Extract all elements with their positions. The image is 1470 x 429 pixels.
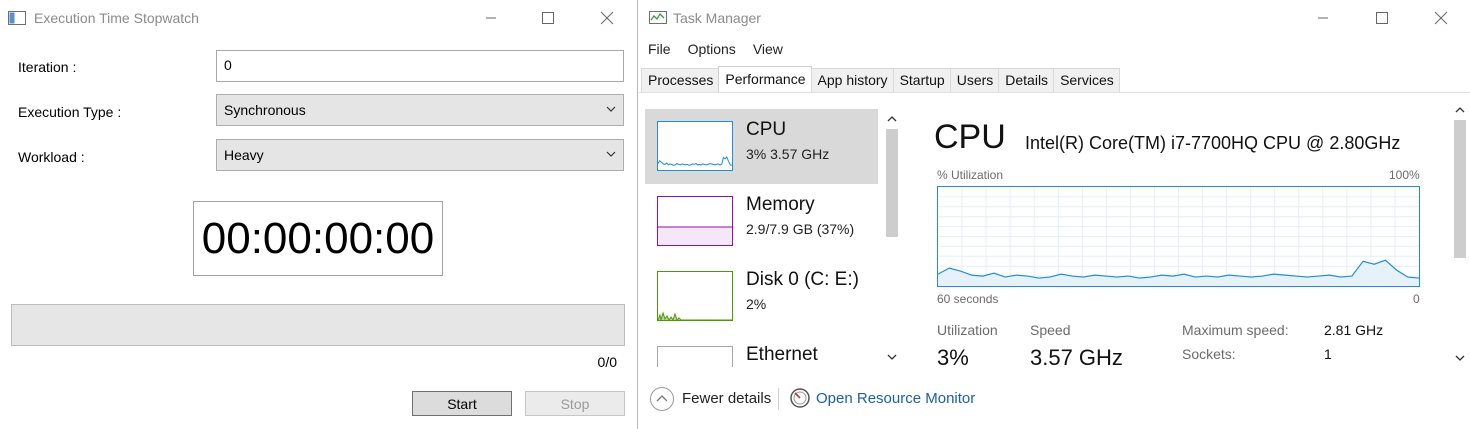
maximize-icon <box>1376 12 1388 24</box>
task-manager-footer: Fewer details Open Resource Monitor <box>639 384 1470 414</box>
resource-list-scrollbar[interactable] <box>882 109 902 367</box>
resource-list: CPU 3% 3.57 GHz Memory 2.9/7.9 GB (37%) … <box>645 109 880 367</box>
sockets-value: 1 <box>1324 346 1332 362</box>
tab-startup[interactable]: Startup <box>892 68 951 92</box>
tab-strip: Processes Performance App history Startu… <box>641 66 1120 92</box>
window-title: Execution Time Stopwatch <box>34 10 199 26</box>
execution-type-label: Execution Type : <box>18 104 122 120</box>
resource-name: Ethernet <box>746 344 818 365</box>
minimize-button[interactable] <box>1300 0 1346 36</box>
scroll-up-icon[interactable] <box>886 113 898 125</box>
chevron-down-icon <box>606 151 616 157</box>
resource-item-disk[interactable]: Disk 0 (C: E:) 2% <box>645 259 878 334</box>
maximize-button[interactable] <box>525 0 571 36</box>
tab-services[interactable]: Services <box>1053 68 1120 92</box>
minimize-button[interactable] <box>468 0 514 36</box>
tab-details[interactable]: Details <box>998 68 1055 92</box>
progress-bar <box>11 304 625 346</box>
iteration-input[interactable]: 0 <box>216 50 624 82</box>
tab-app-history[interactable]: App history <box>810 68 894 92</box>
task-manager-window: Task Manager File Options View Processes… <box>639 0 1470 429</box>
maximize-icon <box>542 12 554 24</box>
cpu-model: Intel(R) Core(TM) i7-7700HQ CPU @ 2.80GH… <box>1025 133 1401 153</box>
footer-divider <box>778 388 779 410</box>
window-title: Task Manager <box>673 10 761 26</box>
execution-type-select[interactable]: Synchronous <box>216 94 624 126</box>
scroll-thumb[interactable] <box>1454 120 1466 258</box>
minimize-icon <box>1318 17 1328 19</box>
detail-scrollbar[interactable] <box>1450 100 1470 368</box>
execution-type-value: Synchronous <box>224 102 306 118</box>
timer-display: 00:00:00:00 <box>193 201 443 276</box>
resource-monitor-icon <box>790 388 810 408</box>
resource-value: 2% <box>746 296 767 312</box>
task-manager-titlebar: Task Manager <box>649 0 761 36</box>
iteration-counter: 0/0 <box>597 354 617 370</box>
workload-select[interactable]: Heavy <box>216 139 624 171</box>
chevron-up-icon <box>656 395 668 402</box>
resource-value: 3% 3.57 GHz <box>746 146 830 162</box>
tab-divider <box>639 92 1470 93</box>
menu-file[interactable]: File <box>639 38 679 62</box>
utilization-value: 3% <box>937 345 969 370</box>
maximize-button[interactable] <box>1359 0 1405 36</box>
close-icon <box>1434 11 1448 25</box>
minimize-icon <box>486 17 496 19</box>
iteration-label: Iteration : <box>18 59 77 75</box>
stopwatch-window: Execution Time Stopwatch Iteration : 0 E… <box>0 0 638 429</box>
workload-label: Workload : <box>18 149 85 165</box>
app-icon <box>8 11 26 25</box>
ethernet-thumbnail <box>657 346 733 367</box>
tab-processes[interactable]: Processes <box>641 68 720 92</box>
max-speed-value: 2.81 GHz <box>1324 322 1384 338</box>
scroll-up-icon[interactable] <box>1454 104 1466 116</box>
resource-item-memory[interactable]: Memory 2.9/7.9 GB (37%) <box>645 184 878 259</box>
menu-options[interactable]: Options <box>679 38 744 62</box>
start-button[interactable]: Start <box>412 391 512 416</box>
sockets-label: Sockets: <box>1182 346 1236 362</box>
resource-item-cpu[interactable]: CPU 3% 3.57 GHz <box>645 109 878 184</box>
scroll-down-icon[interactable] <box>886 351 898 363</box>
memory-thumbnail <box>657 196 733 246</box>
fewer-details-link[interactable]: Fewer details <box>682 390 771 407</box>
fewer-details-button[interactable] <box>650 387 674 411</box>
scroll-thumb[interactable] <box>886 129 898 237</box>
task-manager-icon <box>649 11 667 24</box>
speed-label: Speed <box>1030 322 1071 338</box>
resource-value: 2.9/7.9 GB (37%) <box>746 221 855 237</box>
chevron-down-icon <box>606 106 616 112</box>
resource-item-ethernet[interactable]: Ethernet <box>645 334 878 367</box>
resource-name: CPU <box>746 119 787 140</box>
cpu-thumbnail <box>657 121 733 171</box>
cpu-utilization-graph <box>937 186 1420 287</box>
graph-time-label: 60 seconds <box>937 292 999 306</box>
workload-value: Heavy <box>224 147 264 163</box>
graph-zero-label: 0 <box>1413 292 1420 306</box>
utilization-label: Utilization <box>937 322 998 338</box>
tab-performance[interactable]: Performance <box>718 66 812 92</box>
open-resource-monitor-link[interactable]: Open Resource Monitor <box>816 390 975 407</box>
menu-view[interactable]: View <box>744 38 791 62</box>
detail-heading: CPU <box>934 118 1006 156</box>
close-button[interactable] <box>584 0 630 36</box>
resource-name: Memory <box>746 194 815 215</box>
graph-label: % Utilization <box>937 168 1004 182</box>
stopwatch-titlebar: Execution Time Stopwatch <box>8 0 199 36</box>
close-button[interactable] <box>1418 0 1464 36</box>
scroll-down-icon[interactable] <box>1454 352 1466 364</box>
speed-value: 3.57 GHz <box>1030 345 1123 370</box>
stop-button[interactable]: Stop <box>525 391 625 416</box>
tab-users[interactable]: Users <box>949 68 1000 92</box>
resource-name: Disk 0 (C: E:) <box>746 269 859 290</box>
menu-bar: File Options View <box>639 38 791 62</box>
close-icon <box>600 11 614 25</box>
graph-max-label: 100% <box>1389 168 1420 182</box>
max-speed-label: Maximum speed: <box>1182 322 1289 338</box>
disk-thumbnail <box>657 271 733 321</box>
